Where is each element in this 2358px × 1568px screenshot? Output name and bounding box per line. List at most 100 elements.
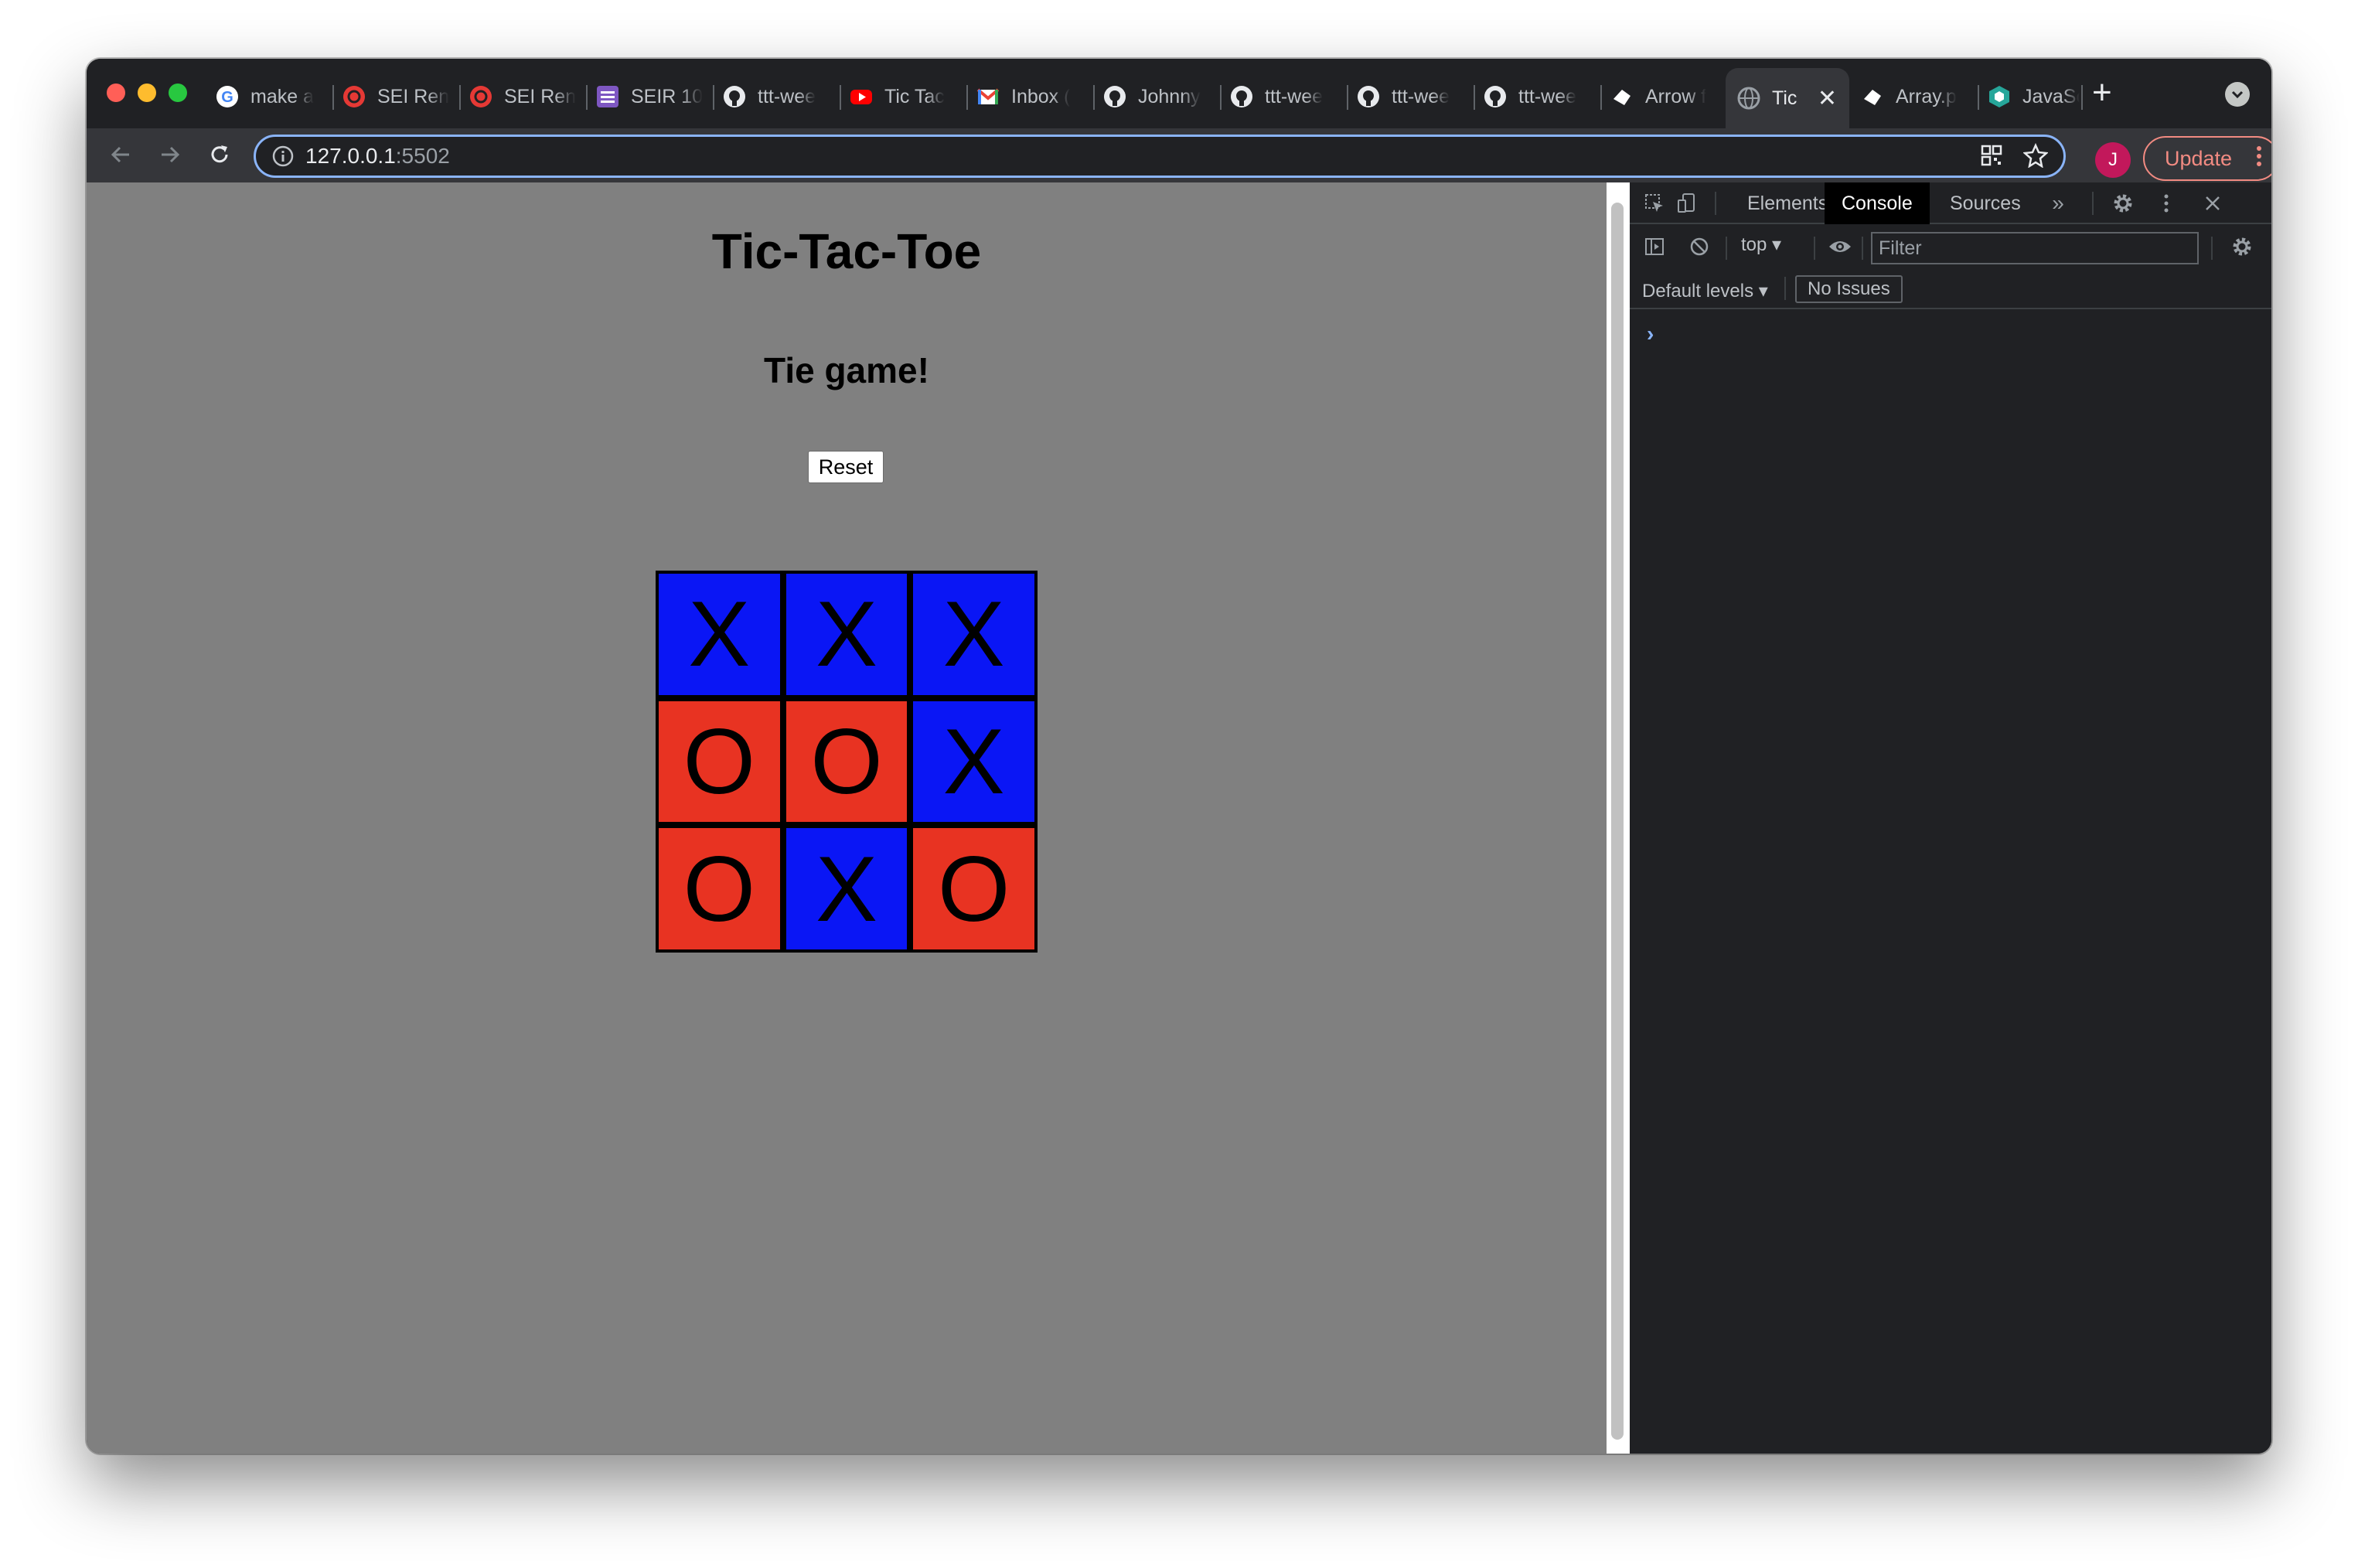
tab-divider [840,85,841,110]
tab-label: Tic Tac [884,85,945,107]
board-cell[interactable]: O [659,828,780,949]
board-cell[interactable]: X [913,700,1034,823]
console-prompt-icon[interactable]: › [1647,322,1654,346]
sidebar-toggle-icon[interactable] [1641,233,1668,261]
board-cell[interactable]: O [785,700,908,823]
forward-icon[interactable] [150,135,190,175]
browser-tab[interactable]: ttt-wee [1483,70,1599,124]
close-window-button[interactable] [107,84,125,102]
tab-divider [713,85,714,110]
browser-tab[interactable]: Johnny [1102,70,1218,124]
tab-divider [1093,85,1095,110]
youtube-icon [849,84,874,109]
board-cell[interactable]: O [913,828,1034,949]
console-levels-bar: Default levels ▾ No Issues [1630,268,2271,309]
address-bar[interactable]: 127.0.0.1:5502 [254,135,2066,178]
more-vert-icon [2256,145,2262,172]
tab-divider [332,85,334,110]
tab-label: ttt-wee [758,85,816,107]
browser-toolbar: 127.0.0.1:5502 J Update [87,128,2271,182]
tab-label: make a [250,85,314,107]
browser-tab[interactable]: ttt-wee [1229,70,1345,124]
github-icon [1229,84,1254,109]
browser-tab[interactable]: G make a [215,70,331,124]
devtools-tab-console[interactable]: Console [1825,182,1930,224]
tab-label: Array.p [1896,85,1957,107]
browser-tab[interactable]: JavaSc [1987,70,2080,124]
context-selector[interactable]: top ▾ [1741,233,1781,256]
new-tab-icon[interactable]: + [2092,76,2112,110]
tab-label: SEI Ren [377,85,450,107]
browser-tab[interactable]: SEIR 10 [595,70,711,124]
tab-strip: G make a SEI Ren SEI Ren SEIR 10 ttt-wee… [87,59,2271,128]
tab-divider [1978,85,1979,110]
inspect-element-icon[interactable] [1641,189,1668,217]
tab-label: ttt-wee [1265,85,1324,107]
page-scrollbar-thumb[interactable] [1611,203,1624,1440]
tab-label: ttt-wee [1518,85,1577,107]
browser-tab-active[interactable]: Tic ✕ [1726,68,1849,128]
devtools-divider [1715,192,1716,215]
browser-tab[interactable]: SEI Ren [342,70,458,124]
clear-console-icon[interactable] [1685,233,1713,261]
reload-icon[interactable] [199,135,240,175]
issues-button[interactable]: No Issues [1795,275,1903,303]
close-devtools-icon[interactable] [2199,189,2227,217]
browser-tab[interactable]: Array.p [1860,70,1976,124]
devtools-divider [2211,237,2213,260]
browser-tab[interactable]: ttt-wee [722,70,838,124]
devtools-tab-sources[interactable]: Sources [1933,182,2038,224]
board-cell[interactable]: X [659,574,780,695]
board-cell[interactable]: X [785,828,908,949]
info-icon[interactable] [271,145,295,168]
log-levels-dropdown[interactable]: Default levels ▾ [1642,280,1768,302]
back-icon[interactable] [101,135,141,175]
tab-divider [1474,85,1475,110]
tab-divider [586,85,588,110]
tab-divider [459,85,461,110]
browser-tab[interactable]: ttt-wee [1356,70,1472,124]
browser-tab[interactable]: Inbox ( [976,70,1092,124]
update-button[interactable]: Update [2143,136,2271,181]
page-title: Tic-Tac-Toe [711,223,982,279]
bookmark-star-icon[interactable] [2022,142,2049,172]
context-label: top [1741,234,1767,255]
console-filter-input[interactable]: Filter [1871,232,2199,264]
reset-button[interactable]: Reset [808,451,884,483]
board-cell[interactable]: X [913,574,1034,695]
google-icon: G [215,84,240,109]
close-tab-icon[interactable]: ✕ [1818,85,1837,112]
github-icon [1102,84,1127,109]
minimize-window-button[interactable] [138,84,156,102]
hexagon-icon [1987,84,2012,109]
browser-tab[interactable]: Tic Tac [849,70,965,124]
svg-text:G: G [221,89,233,106]
settings-gear-icon[interactable] [2109,189,2137,217]
tab-label: Inbox ( [1011,85,1071,107]
profile-avatar[interactable]: J [2095,142,2131,178]
tab-label: SEIR 10 [631,85,704,107]
browser-tab[interactable]: SEI Ren [469,70,584,124]
more-vert-icon[interactable] [2152,189,2180,217]
tab-divider [1220,85,1222,110]
maximize-window-button[interactable] [169,84,187,102]
devtools-divider [1862,237,1863,260]
tab-search-icon[interactable] [2225,82,2250,107]
more-tabs-icon[interactable]: » [2044,189,2072,217]
browser-tab[interactable]: Arrow f [1610,70,1726,124]
live-expression-eye-icon[interactable] [1826,233,1854,261]
game-status: Tie game! [764,350,929,390]
board-cell[interactable]: O [659,700,780,823]
github-icon [722,84,747,109]
board-cell[interactable]: X [785,574,908,695]
console-settings-gear-icon[interactable] [2228,233,2256,261]
qr-code-icon[interactable] [1980,144,2003,171]
tab-divider [1600,85,1602,110]
list-icon [595,84,620,109]
tab-label: JavaSc [2022,85,2080,107]
devtools-divider [1726,237,1727,260]
devtools-panel: Elements Console Sources » top ▾ Filter … [1630,182,2271,1454]
log-levels-label: Default levels [1642,281,1754,302]
tab-label: Tic [1772,87,1797,109]
device-toolbar-icon[interactable] [1673,189,1701,217]
